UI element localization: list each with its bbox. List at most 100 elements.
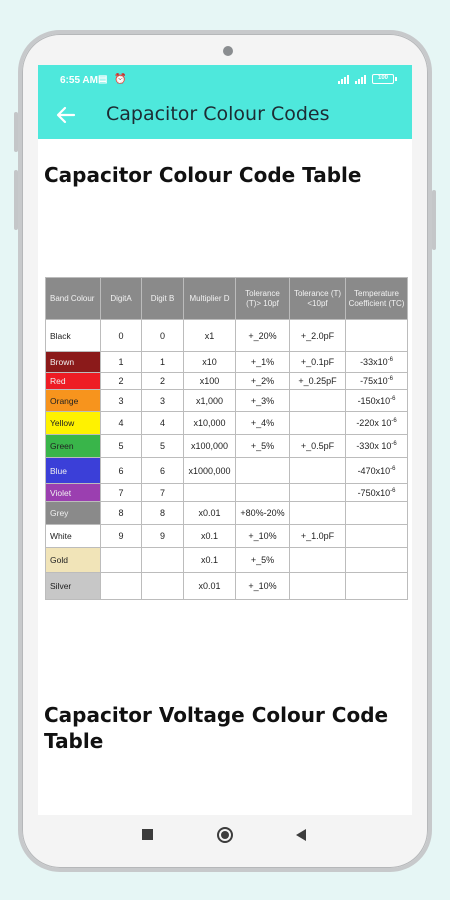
table-cell-b: 1 xyxy=(141,351,184,373)
table-cell-tol-gt xyxy=(235,457,290,484)
tc-base: -75x10 xyxy=(360,376,388,386)
band-colour-cell: White xyxy=(45,524,101,548)
home-icon[interactable] xyxy=(217,827,233,843)
table-cell-tol-gt: +_20% xyxy=(235,319,290,352)
table-cell-a: 7 xyxy=(100,483,142,502)
table-cell-tc: -750x10-6 xyxy=(345,483,408,502)
section-heading-voltage-code: Capacitor Voltage Colour Code Table xyxy=(44,703,389,753)
tc-base: -220x 10 xyxy=(356,418,392,428)
table-header-row: Band Colour DigitA Digit B Multiplier D Tole… xyxy=(45,277,408,320)
tc-exponent: -6 xyxy=(391,441,397,447)
table-cell-a: 2 xyxy=(100,372,142,390)
table-cell-mult: x10,000 xyxy=(183,411,236,435)
app-bar: 6:55 AM ▤ ⏰ 100 Capacitor Colour Codes xyxy=(38,65,412,139)
table-cell-a: 1 xyxy=(100,351,142,373)
tc-exponent: -6 xyxy=(387,357,393,363)
table-cell-tol-lt xyxy=(289,411,346,435)
tc-base: -330x 10 xyxy=(356,441,392,451)
table-cell-b: 4 xyxy=(141,411,184,435)
table-cell-tol-gt xyxy=(235,483,290,502)
tc-exponent: -6 xyxy=(391,418,397,424)
screenshot-icon: ▤ xyxy=(98,74,110,85)
table-cell-tc: -150x10-6 xyxy=(345,389,408,412)
table-cell-b: 3 xyxy=(141,389,184,412)
tc-base: -33x10 xyxy=(360,357,388,367)
arrow-left-icon[interactable] xyxy=(54,103,78,127)
table-cell-tol-lt xyxy=(289,547,346,573)
tc-exponent: -6 xyxy=(387,376,393,382)
table-cell-b: 2 xyxy=(141,372,184,390)
band-colour-cell: Silver xyxy=(45,572,101,600)
table-cell-mult: x0.01 xyxy=(183,501,236,525)
table-cell-b: 6 xyxy=(141,457,184,484)
notification-icons: ▤ ⏰ xyxy=(98,74,129,85)
table-cell-a: 8 xyxy=(100,501,142,525)
table-cell-b: 5 xyxy=(141,434,184,458)
colour-code-table: Band Colour DigitA Digit B Multiplier D Tole… xyxy=(45,277,408,600)
back-icon[interactable] xyxy=(296,829,306,841)
status-right: 100 xyxy=(338,74,397,84)
band-colour-cell: Green xyxy=(45,434,101,458)
recent-apps-icon[interactable] xyxy=(142,829,153,840)
table-cell-tc: -220x 10-6 xyxy=(345,411,408,435)
table-body: Black 0 0 x1 +_20% +_2.0pF Brown 1 1 x10 +_1% +_0.1… xyxy=(45,319,408,600)
table-cell-a: 3 xyxy=(100,389,142,412)
tc-exponent: -6 xyxy=(390,395,396,402)
table-row: Brown 1 1 x10 +_1% +_0.1pF -33x10-6 xyxy=(45,351,408,373)
table-cell-b xyxy=(141,572,184,600)
band-colour-cell: Red xyxy=(45,372,101,390)
table-header-cell: Tolerance (T)<10pf xyxy=(289,277,346,320)
tc-exponent: -6 xyxy=(390,465,396,472)
table-row: Silver x0.01 +_10% xyxy=(45,572,408,600)
table-cell-tc xyxy=(345,319,408,352)
status-time: 6:55 AM xyxy=(60,75,98,86)
band-colour-cell: Gold xyxy=(45,547,101,573)
page-title: Capacitor Colour Codes xyxy=(106,103,330,125)
table-header-cell: DigitA xyxy=(100,277,142,320)
table-cell-b: 9 xyxy=(141,524,184,548)
table-header-cell: Digit B xyxy=(141,277,184,320)
battery-icon: 100 xyxy=(372,74,397,84)
table-cell-tc xyxy=(345,572,408,600)
table-header-cell: Tolerance (T)> 10pf xyxy=(235,277,290,320)
band-colour-cell: Violet xyxy=(45,483,101,502)
table-row: Grey 8 8 x0.01 +80%-20% xyxy=(45,501,408,525)
table-cell-tol-lt: +_0.25pF xyxy=(289,372,346,390)
table-cell-a xyxy=(100,572,142,600)
side-button xyxy=(432,190,436,250)
band-colour-cell: Yellow xyxy=(45,411,101,435)
table-cell-b: 8 xyxy=(141,501,184,525)
table-cell-tc: -330x 10-6 xyxy=(345,434,408,458)
volume-button xyxy=(14,112,18,152)
tc-exponent: -6 xyxy=(390,487,396,494)
table-cell-mult: x1 xyxy=(183,319,236,352)
table-cell-tol-lt xyxy=(289,572,346,600)
table-row: Gold x0.1 +_5% xyxy=(45,547,408,573)
tc-base: -150x10 xyxy=(357,395,391,406)
band-colour-cell: Blue xyxy=(45,457,101,484)
table-cell-mult: x100 xyxy=(183,372,236,390)
alarm-icon: ⏰ xyxy=(114,74,129,85)
status-bar: 6:55 AM ▤ ⏰ 100 xyxy=(38,65,412,95)
table-header-cell: Temperature Coefficient (TC) xyxy=(345,277,408,320)
table-row: Green 5 5 x100,000 +_5% +_0.5pF -330x 10-6 xyxy=(45,434,408,458)
band-colour-cell: Orange xyxy=(45,389,101,412)
app-screen: 6:55 AM ▤ ⏰ 100 Capacitor Colour Codes C… xyxy=(38,65,412,815)
battery-level: 100 xyxy=(377,75,388,81)
front-camera xyxy=(223,46,233,56)
table-cell-tol-lt xyxy=(289,483,346,502)
table-cell-tol-gt: +_2% xyxy=(235,372,290,390)
tc-base: -750x10 xyxy=(357,487,391,498)
table-cell-b xyxy=(141,547,184,573)
table-row: Black 0 0 x1 +_20% +_2.0pF xyxy=(45,319,408,352)
table-cell-a: 9 xyxy=(100,524,142,548)
table-cell-tol-gt: +_4% xyxy=(235,411,290,435)
table-cell-tol-gt: +_5% xyxy=(235,547,290,573)
table-cell-tol-lt xyxy=(289,501,346,525)
table-cell-tc: -75x10-6 xyxy=(345,372,408,390)
system-nav-bar xyxy=(38,815,412,857)
table-cell-tol-gt: +_1% xyxy=(235,351,290,373)
table-header-cell: Multiplier D xyxy=(183,277,236,320)
table-cell-tc xyxy=(345,547,408,573)
table-cell-tol-gt: +80%-20% xyxy=(235,501,290,525)
